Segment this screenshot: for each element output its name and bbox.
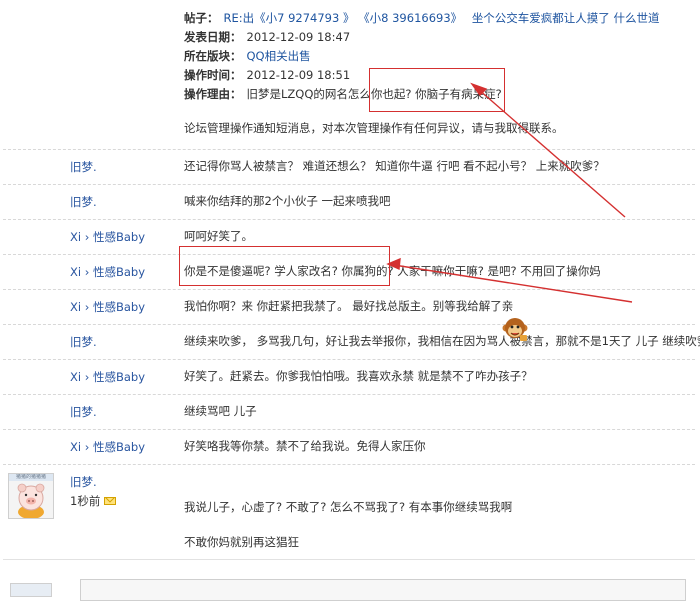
annotation-arrow-1 [477,88,626,218]
annotation-arrows [386,82,633,303]
annotation-arrow-2 [393,264,633,303]
arrow-head-2 [386,257,401,271]
